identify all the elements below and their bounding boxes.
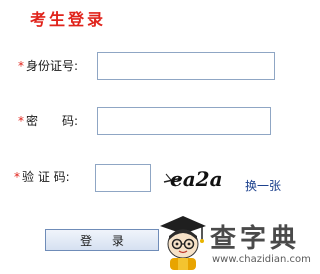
required-mark: *	[18, 59, 24, 73]
refresh-captcha-link[interactable]: 换一张	[245, 177, 281, 194]
captcha-image: ea2a	[162, 166, 236, 192]
captcha-text: ea2a	[170, 167, 223, 191]
id-number-label: * 身份证号:	[18, 59, 78, 73]
required-mark: *	[18, 114, 24, 128]
required-mark: *	[14, 170, 20, 184]
page-title: 考生登录	[30, 10, 107, 29]
captcha-label-text: 验 证 码:	[22, 170, 70, 184]
watermark-brand: 查字典	[210, 224, 301, 254]
login-button[interactable]: 登 录	[45, 229, 159, 251]
password-input[interactable]	[97, 107, 271, 135]
captcha-image-svg: ea2a	[163, 167, 223, 191]
watermark-url: www.chazidian.com	[212, 254, 311, 265]
mascot-icon	[160, 216, 206, 270]
password-label-text: 密 码:	[26, 114, 79, 128]
password-label: * 密 码:	[18, 114, 78, 128]
captcha-label: * 验 证 码:	[14, 170, 70, 184]
id-number-label-text: 身份证号:	[26, 59, 79, 73]
captcha-input[interactable]	[95, 164, 151, 192]
id-number-input[interactable]	[97, 52, 275, 80]
watermark-logo: 查字典 www.chazidian.com	[158, 214, 316, 272]
